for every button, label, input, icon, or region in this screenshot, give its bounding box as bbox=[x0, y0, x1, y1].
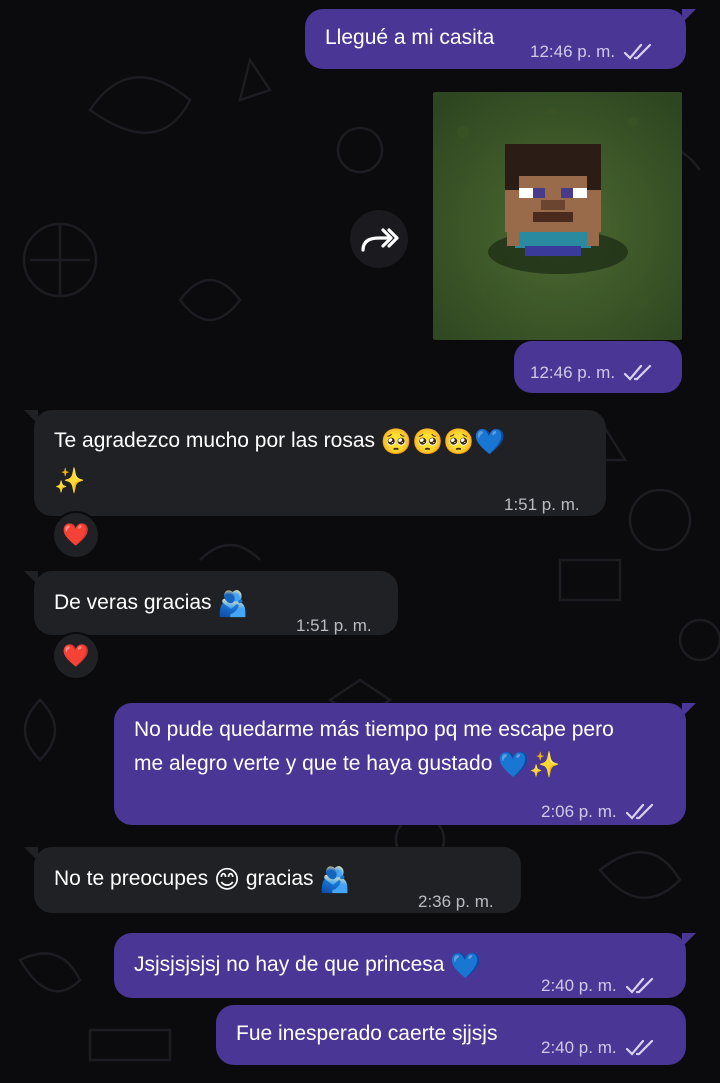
message-meta: 12:46 p. m. bbox=[530, 356, 653, 390]
message-text: Fue inesperado caerte sjjsjs bbox=[236, 1022, 498, 1045]
message-outgoing[interactable]: Jsjsjsjsjsj no hay de que princesa 💙 2:4… bbox=[114, 933, 696, 998]
heart-reaction-emoji: ❤️ bbox=[62, 643, 90, 668]
heart-reaction-emoji: ❤️ bbox=[62, 522, 90, 547]
double-check-icon bbox=[623, 43, 652, 60]
blue-heart-emoji: 💙 bbox=[450, 952, 482, 980]
message-outgoing[interactable]: No pude quedarme más tiempo pq me escape… bbox=[114, 703, 696, 825]
message-outgoing-image-footer[interactable]: 12:46 p. m. bbox=[514, 341, 682, 393]
message-text-line2: me alegro verte y que te haya gustado 💙✨ bbox=[134, 751, 561, 779]
message-text-line1: No pude quedarme más tiempo pq me escape… bbox=[134, 718, 614, 741]
message-text: No te preocupes 😊 gracias 🫂 bbox=[54, 866, 351, 894]
message-image[interactable] bbox=[433, 92, 682, 340]
message-text: Te agradezco mucho por las rosas 🥺🥺🥺💙 bbox=[54, 428, 506, 456]
message-time: 1:51 p. m. bbox=[296, 616, 372, 635]
message-emojis: 💙✨ bbox=[498, 751, 561, 779]
message-incoming[interactable]: Te agradezco mucho por las rosas 🥺🥺🥺💙 ✨ … bbox=[24, 410, 606, 516]
message-text: Llegué a mi casita bbox=[325, 26, 495, 49]
message-meta: 2:06 p. m. bbox=[541, 795, 655, 829]
message-text: De veras gracias 🫂 bbox=[54, 590, 249, 618]
message-time: 2:06 p. m. bbox=[541, 802, 617, 821]
forward-button[interactable] bbox=[350, 210, 408, 268]
hug-emoji: 🫂 bbox=[217, 590, 249, 618]
message-incoming[interactable]: No te preocupes 😊 gracias 🫂 2:36 p. m. bbox=[24, 847, 521, 913]
message-text: Jsjsjsjsjsj no hay de que princesa 💙 bbox=[134, 952, 482, 980]
message-time: 2:40 p. m. bbox=[541, 1038, 617, 1057]
smile-emoji: 😊 bbox=[213, 866, 241, 894]
message-time: 2:36 p. m. bbox=[418, 892, 494, 911]
minecraft-steve-image bbox=[433, 92, 682, 340]
message-incoming[interactable]: De veras gracias 🫂 1:51 p. m. bbox=[24, 571, 398, 635]
message-time: 2:40 p. m. bbox=[541, 976, 617, 995]
reaction-badge[interactable]: ❤️ bbox=[52, 511, 100, 559]
sparkles-emoji: ✨ bbox=[54, 467, 86, 495]
message-time: 1:51 p. m. bbox=[504, 495, 580, 514]
message-outgoing[interactable]: Llegué a mi casita 12:46 p. m. bbox=[305, 9, 696, 69]
message-emojis: 🥺🥺🥺💙 bbox=[380, 428, 506, 456]
double-check-icon bbox=[625, 803, 653, 820]
message-meta: 12:46 p. m. bbox=[530, 35, 653, 69]
forward-arrow-icon bbox=[361, 228, 399, 252]
double-check-icon bbox=[623, 364, 652, 381]
message-outgoing[interactable]: Fue inesperado caerte sjjsjs 2:40 p. m. bbox=[216, 1005, 686, 1065]
message-time: 12:46 p. m. bbox=[530, 42, 616, 61]
message-meta: 2:40 p. m. bbox=[541, 969, 655, 1003]
message-time: 12:46 p. m. bbox=[530, 363, 616, 382]
message-meta: 2:40 p. m. bbox=[541, 1031, 655, 1065]
double-check-icon bbox=[625, 1039, 653, 1056]
reaction-badge[interactable]: ❤️ bbox=[52, 632, 100, 680]
hug-emoji: 🫂 bbox=[319, 866, 351, 894]
double-check-icon bbox=[625, 977, 653, 994]
